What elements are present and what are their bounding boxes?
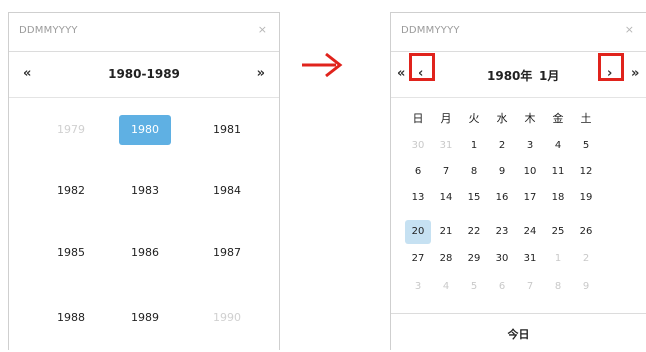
day-cell[interactable]: 4 — [433, 275, 459, 299]
year-cell[interactable]: 1983 — [119, 176, 171, 206]
close-icon[interactable]: × — [625, 23, 634, 36]
day-cell[interactable]: 20 — [405, 220, 431, 244]
calendar-footer: 今日 — [391, 313, 646, 352]
day-cell[interactable]: 1 — [545, 247, 571, 271]
weekday-label: 木 — [524, 112, 536, 125]
next-year-button[interactable]: » — [631, 67, 639, 80]
day-cell[interactable]: 9 — [489, 160, 515, 184]
month-picker: DDMMYYYY × « ‹ 1980年 1月 › » 日月火水木金土 30 31… — [390, 12, 646, 350]
date-input-placeholder: DDMMYYYY — [19, 25, 78, 36]
year-cell[interactable]: 1984 — [201, 176, 253, 206]
weekday-label: 金 — [552, 112, 564, 125]
year-cell[interactable]: 1980 — [119, 115, 171, 145]
day-cell[interactable]: 23 — [489, 220, 515, 244]
day-cell[interactable]: 4 — [545, 134, 571, 158]
day-cell[interactable]: 15 — [461, 186, 487, 210]
year-cell[interactable]: 1986 — [119, 238, 171, 268]
day-cell[interactable]: 11 — [545, 160, 571, 184]
day-cell[interactable]: 27 — [405, 247, 431, 271]
day-cell[interactable]: 3 — [517, 134, 543, 158]
weekday-label: 土 — [580, 112, 592, 125]
day-cell[interactable]: 31 — [517, 247, 543, 271]
close-icon[interactable]: × — [258, 23, 267, 36]
day-cell[interactable]: 21 — [433, 220, 459, 244]
day-cell[interactable]: 16 — [489, 186, 515, 210]
day-cell[interactable]: 26 — [573, 220, 599, 244]
month-label[interactable]: 1月 — [539, 67, 559, 84]
weekday-label: 火 — [468, 112, 480, 125]
year-cell[interactable]: 1982 — [45, 176, 97, 206]
day-cell[interactable]: 6 — [405, 160, 431, 184]
day-cell[interactable]: 9 — [573, 275, 599, 299]
weekday-label: 日 — [412, 112, 424, 125]
weekday-label: 水 — [496, 112, 508, 125]
day-cell[interactable]: 7 — [517, 275, 543, 299]
day-cell[interactable]: 2 — [573, 247, 599, 271]
day-cell[interactable]: 2 — [489, 134, 515, 158]
day-cell[interactable]: 3 — [405, 275, 431, 299]
day-cell[interactable]: 25 — [545, 220, 571, 244]
day-cell[interactable]: 30 — [405, 134, 431, 158]
year-cell[interactable]: 1981 — [201, 115, 253, 145]
day-cell[interactable]: 18 — [545, 186, 571, 210]
decade-title[interactable]: 1980-1989 — [9, 67, 279, 81]
day-cell[interactable]: 13 — [405, 186, 431, 210]
day-cell[interactable]: 24 — [517, 220, 543, 244]
today-button[interactable]: 今日 — [391, 326, 646, 342]
decade-picker: DDMMYYYY × « 1980-1989 » 1979 1980 1981 198… — [8, 12, 280, 350]
day-cell[interactable]: 31 — [433, 134, 459, 158]
day-cell[interactable]: 12 — [573, 160, 599, 184]
day-cell[interactable]: 5 — [573, 134, 599, 158]
day-cell[interactable]: 14 — [433, 186, 459, 210]
day-cell[interactable]: 7 — [433, 160, 459, 184]
day-cell[interactable]: 22 — [461, 220, 487, 244]
day-cell[interactable]: 1 — [461, 134, 487, 158]
date-input[interactable]: DDMMYYYY × — [9, 13, 279, 52]
day-cell[interactable]: 10 — [517, 160, 543, 184]
day-cell[interactable]: 29 — [461, 247, 487, 271]
next-decade-button[interactable]: » — [257, 67, 265, 80]
day-cell[interactable]: 5 — [461, 275, 487, 299]
year-cell[interactable]: 1979 — [45, 115, 97, 145]
year-cell[interactable]: 1988 — [45, 303, 97, 333]
year-cell[interactable]: 1987 — [201, 238, 253, 268]
arrow-right-icon — [302, 52, 343, 78]
day-cell[interactable]: 17 — [517, 186, 543, 210]
day-cell[interactable]: 28 — [433, 247, 459, 271]
year-label[interactable]: 1980年 — [487, 67, 532, 84]
day-cell[interactable]: 8 — [545, 275, 571, 299]
day-cell[interactable]: 6 — [489, 275, 515, 299]
prev-year-button[interactable]: « — [397, 67, 405, 80]
day-cell[interactable]: 19 — [573, 186, 599, 210]
year-cell[interactable]: 1989 — [119, 303, 171, 333]
day-cell[interactable]: 30 — [489, 247, 515, 271]
next-month-highlight — [598, 53, 624, 81]
date-input[interactable]: DDMMYYYY × — [391, 13, 646, 52]
day-cell[interactable]: 8 — [461, 160, 487, 184]
year-cell[interactable]: 1990 — [201, 303, 253, 333]
prev-month-highlight — [409, 53, 435, 81]
weekday-label: 月 — [440, 112, 452, 125]
year-cell[interactable]: 1985 — [45, 238, 97, 268]
decade-nav: « 1980-1989 » — [9, 51, 279, 98]
date-input-placeholder: DDMMYYYY — [401, 25, 460, 36]
